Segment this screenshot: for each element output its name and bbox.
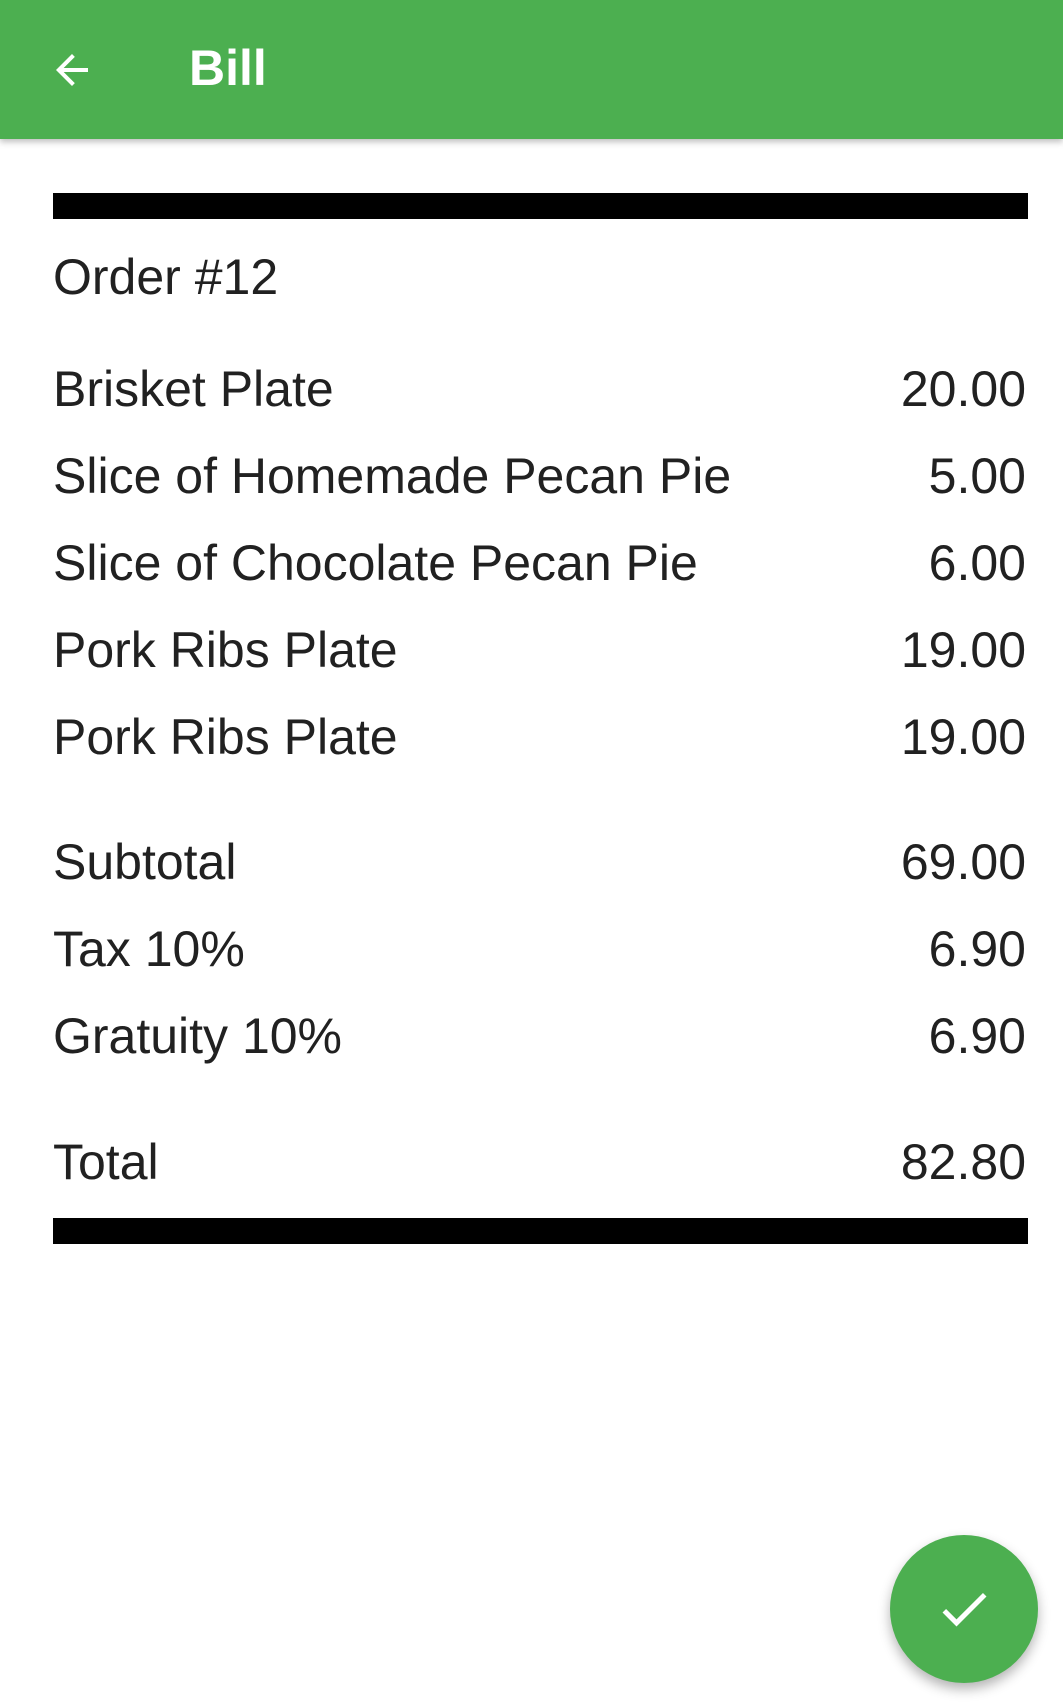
total-value: 82.80: [900, 1134, 1026, 1190]
check-icon: [942, 1592, 987, 1627]
page-title: Bill: [189, 40, 267, 96]
line-item: Slice of Chocolate Pecan Pie 6.00: [53, 520, 1028, 607]
line-item: Pork Ribs Plate 19.00: [53, 694, 1028, 781]
total-label: Total: [53, 1134, 159, 1190]
app-bar: Bill: [0, 0, 1063, 139]
gratuity-row: Gratuity 10% 6.90: [53, 993, 1028, 1080]
total-row: Total 82.80: [53, 1119, 1028, 1206]
line-item-price: 19.00: [900, 709, 1026, 765]
confirm-button[interactable]: [890, 1535, 1038, 1683]
line-item-price: 6.00: [928, 535, 1026, 591]
gratuity-value: 6.90: [928, 1008, 1026, 1064]
subtotal-row: Subtotal 69.00: [53, 819, 1028, 906]
line-item-name: Pork Ribs Plate: [53, 622, 398, 678]
line-item-name: Brisket Plate: [53, 361, 334, 417]
arrow-left-icon: [56, 54, 88, 86]
line-item: Slice of Homemade Pecan Pie 5.00: [53, 433, 1028, 520]
tax-row: Tax 10% 6.90: [53, 906, 1028, 993]
receipt-top-divider: [53, 193, 1028, 219]
line-items-list: Brisket Plate 20.00 Slice of Homemade Pe…: [53, 346, 1028, 781]
summary-section: Subtotal 69.00 Tax 10% 6.90 Gratuity 10%…: [53, 819, 1028, 1080]
back-button[interactable]: [30, 28, 114, 112]
line-item-name: Pork Ribs Plate: [53, 709, 398, 765]
tax-value: 6.90: [928, 921, 1026, 977]
order-title: Order #12: [53, 249, 279, 305]
line-item-price: 20.00: [900, 361, 1026, 417]
gratuity-label: Gratuity 10%: [53, 1008, 343, 1064]
line-item-price: 19.00: [900, 622, 1026, 678]
receipt-bottom-divider: [53, 1218, 1028, 1244]
tax-label: Tax 10%: [53, 921, 245, 977]
line-item: Pork Ribs Plate 19.00: [53, 607, 1028, 694]
receipt: Order #12 Brisket Plate 20.00 Slice of H…: [53, 193, 1028, 1244]
line-item-price: 5.00: [928, 448, 1026, 504]
subtotal-label: Subtotal: [53, 834, 237, 890]
subtotal-value: 69.00: [900, 834, 1026, 890]
line-item-name: Slice of Homemade Pecan Pie: [53, 448, 732, 504]
line-item-name: Slice of Chocolate Pecan Pie: [53, 535, 698, 591]
line-item: Brisket Plate 20.00: [53, 346, 1028, 433]
